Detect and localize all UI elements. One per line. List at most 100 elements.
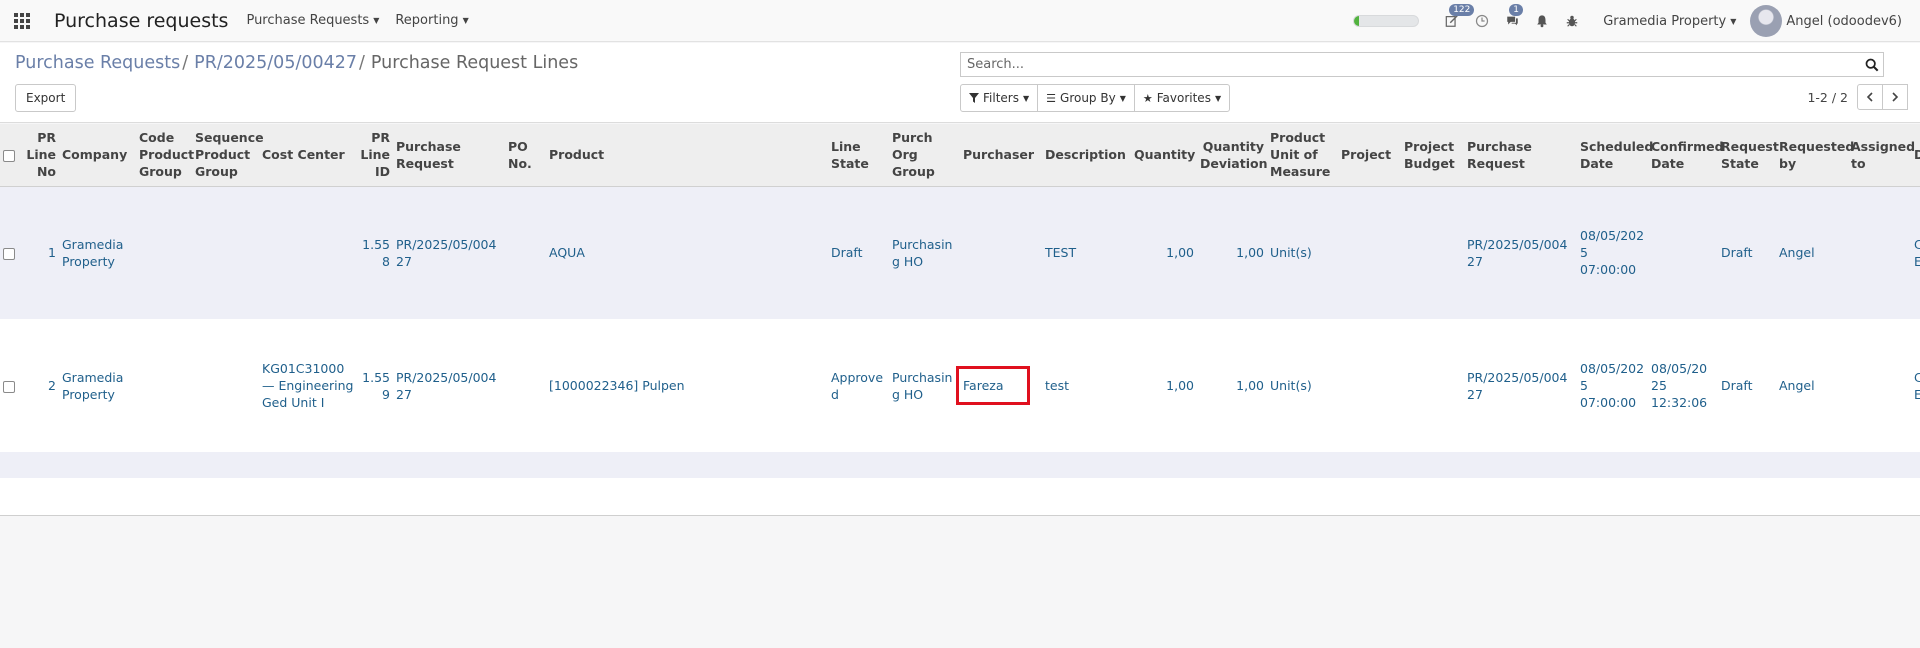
cell-line-id[interactable]: 1.559 [357,319,393,452]
cell-line-no[interactable]: 2 [20,319,59,452]
bell-icon[interactable] [1527,0,1557,42]
activity-edit-icon[interactable]: 122 [1437,0,1475,42]
column-header[interactable]: PO No. [505,124,546,187]
cell-description[interactable]: TEST [1042,186,1131,319]
cell-extra[interactable]: C F ( C E F F [1911,186,1920,319]
cell-product[interactable]: [1000022346] Pulpen [546,319,828,452]
favorites-button[interactable]: ★ Favorites ▼ [1133,84,1231,112]
pager-value[interactable]: 1-2 / 2 [1807,90,1848,105]
column-header[interactable]: Assigned to [1848,124,1915,187]
cell-cost-center[interactable] [259,186,357,319]
cell-quantity-deviation[interactable]: 1,00 [1197,186,1267,319]
column-header[interactable]: Code Product Group [136,124,194,187]
cell-assigned-to[interactable] [1848,319,1911,452]
column-header[interactable]: Requested by [1776,124,1854,187]
column-header[interactable]: Purchase Request [1464,124,1577,187]
cell-purchase-request-2[interactable]: PR/2025/05/00427 [1464,319,1577,452]
column-header[interactable]: Purchase Request [393,124,505,187]
cell-company[interactable]: Gramedia Property [59,186,136,319]
purchaser-highlight[interactable]: Fareza [956,366,1031,405]
cell-request-state[interactable]: Draft [1718,319,1776,452]
company-switcher[interactable]: Gramedia Property ▼ [1603,14,1736,29]
group-by-button[interactable]: ☰ Group By ▼ [1037,84,1135,112]
table-row[interactable]: 1 Gramedia Property 1.558 PR/2025/05/004… [0,186,1920,319]
table-row[interactable]: 2 Gramedia Property KG01C31000 — Enginee… [0,319,1920,452]
cell-quantity[interactable]: 1,00 [1131,186,1197,319]
cell-purchase-request-2[interactable]: PR/2025/05/00427 [1464,186,1577,319]
cell-line-state[interactable]: Approved [828,319,889,452]
search-input[interactable] [961,53,1861,76]
cell-requested-by[interactable]: Angel [1776,186,1848,319]
cell-scheduled-date[interactable]: 08/05/2025 07:00:00 [1577,186,1648,319]
column-header[interactable]: Purch Org Group [889,124,960,187]
breadcrumb-pr-number[interactable]: PR/2025/05/00427 [194,53,357,73]
messages-icon[interactable]: 1 [1497,0,1527,42]
column-header[interactable]: Product Unit of Measure [1267,124,1338,187]
cell-sequence-product-group[interactable] [192,186,259,319]
row-checkbox[interactable] [3,247,15,260]
row-checkbox[interactable] [3,380,15,393]
select-all-checkbox[interactable] [3,149,15,162]
cell-cost-center[interactable]: KG01C31000 — Engineering Ged Unit I [259,319,357,452]
column-header[interactable]: Scheduled Date [1577,124,1653,187]
filters-button[interactable]: Filters ▼ [960,84,1039,112]
cell-project[interactable] [1338,319,1401,452]
cell-line-id[interactable]: 1.558 [357,186,393,319]
cell-description[interactable]: test [1042,319,1131,452]
cell-po-no[interactable] [505,319,546,452]
cell-line-state[interactable]: Draft [828,186,889,319]
column-header[interactable]: Product [546,124,828,187]
apps-menu-icon[interactable] [0,0,44,42]
column-header[interactable]: Cost Center [259,124,357,187]
column-header[interactable]: PR Line No [20,124,59,187]
column-header[interactable]: Sequence Product Group [192,124,264,187]
cell-code-product-group[interactable] [136,186,192,319]
column-header[interactable]: Purchaser [960,124,1042,187]
export-button[interactable]: Export [15,84,77,112]
cell-requested-by[interactable]: Angel [1776,319,1848,452]
column-header[interactable]: Quantity [1131,124,1197,187]
menu-reporting[interactable]: Reporting ▼ [395,13,468,28]
column-header[interactable]: Project Budget [1401,124,1464,187]
cell-line-no[interactable]: 1 [20,186,59,319]
search-icon[interactable] [1861,54,1883,76]
cell-purchase-request[interactable]: PR/2025/05/00427 [393,319,505,452]
column-header[interactable]: Quantity Deviation [1197,124,1267,187]
cell-purchase-request[interactable]: PR/2025/05/00427 [393,186,505,319]
column-header[interactable]: Project [1338,124,1401,187]
column-header[interactable]: Confirmed Date [1648,124,1724,187]
column-header[interactable]: Request State [1718,124,1779,187]
menu-purchase-requests[interactable]: Purchase Requests ▼ [246,13,379,28]
cell-extra[interactable]: C F ( C E F F [1911,319,1920,452]
cell-code-product-group[interactable] [136,319,192,452]
cell-uom[interactable]: Unit(s) [1267,319,1338,452]
cell-confirmed-date[interactable]: 08/05/2025 12:32:06 [1648,319,1718,452]
cell-purch-org-group[interactable]: Purchasing HO [889,186,960,319]
cell-purchaser[interactable]: Fareza [956,319,1042,452]
cell-purch-org-group[interactable]: Purchasing HO [889,319,960,452]
column-header[interactable]: Description [1042,124,1131,187]
user-menu[interactable]: Angel (odoodev6) [1786,14,1902,29]
cell-po-no[interactable] [505,186,546,319]
breadcrumb-purchase-requests[interactable]: Purchase Requests [15,53,180,73]
cell-assigned-to[interactable] [1848,186,1911,319]
column-header[interactable]: D T [1911,124,1920,187]
cell-confirmed-date[interactable] [1648,186,1718,319]
debug-bug-icon[interactable] [1557,0,1587,42]
cell-scheduled-date[interactable]: 08/05/2025 07:00:00 [1577,319,1648,452]
cell-project-budget[interactable] [1401,186,1464,319]
cell-request-state[interactable]: Draft [1718,186,1776,319]
cell-company[interactable]: Gramedia Property [59,319,136,452]
user-avatar[interactable] [1750,5,1783,37]
cell-product[interactable]: AQUA [546,186,828,319]
cell-sequence-product-group[interactable] [192,319,259,452]
column-header[interactable]: Company [59,124,136,187]
pager-previous-button[interactable] [1857,84,1883,110]
cell-project-budget[interactable] [1401,319,1464,452]
column-header[interactable]: PR Line ID [357,124,393,187]
cell-purchaser[interactable] [960,186,1042,319]
clock-icon[interactable] [1467,0,1497,42]
column-header[interactable]: Line State [828,124,889,187]
cell-quantity[interactable]: 1,00 [1131,319,1197,452]
cell-quantity-deviation[interactable]: 1,00 [1197,319,1267,452]
